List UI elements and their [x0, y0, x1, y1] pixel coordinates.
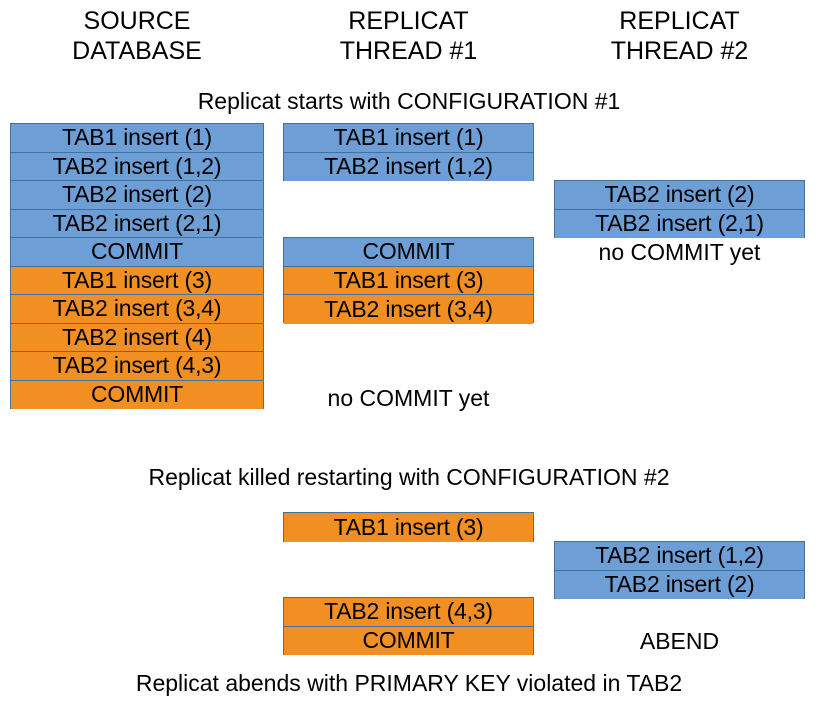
operation-row: TAB1 insert (3) — [284, 513, 533, 542]
operation-row: TAB2 insert (2,1) — [555, 209, 804, 238]
operation-row: TAB1 insert (3) — [11, 266, 263, 295]
operation-row: TAB2 insert (2,1) — [11, 209, 263, 238]
operation-row: COMMIT — [284, 626, 533, 655]
replicat-thread-1-operations-phase1-group-b: COMMIT TAB1 insert (3) TAB2 insert (3,4) — [283, 237, 534, 324]
diagram-canvas: SOURCE DATABASE REPLICAT THREAD #1 REPLI… — [0, 0, 818, 716]
operation-row: TAB2 insert (2) — [555, 570, 804, 599]
caption-configuration-1: Replicat starts with CONFIGURATION #1 — [197, 88, 621, 114]
operation-row: TAB2 insert (2) — [555, 181, 804, 210]
replicat-thread-2-operations-phase1-group-a: TAB2 insert (2) TAB2 insert (2,1) — [554, 180, 805, 238]
column-header-replicat-thread-1: REPLICAT THREAD #1 — [339, 7, 478, 65]
replicat-thread-2-no-commit-note-phase1: no COMMIT yet — [598, 239, 761, 265]
caption-configuration-2: Replicat killed restarting with CONFIGUR… — [148, 464, 670, 490]
operation-row: TAB1 insert (3) — [284, 266, 533, 295]
operation-row: COMMIT — [11, 380, 263, 409]
replicat-thread-1-no-commit-note-phase1: no COMMIT yet — [327, 385, 490, 411]
operation-row: TAB2 insert (1,2) — [284, 152, 533, 181]
operation-row: TAB2 insert (4) — [11, 323, 263, 352]
operation-row: TAB2 insert (3,4) — [11, 295, 263, 324]
replicat-thread-1-operations-phase1-group-a: TAB1 insert (1) TAB2 insert (1,2) — [283, 123, 534, 181]
source-database-operations-phase1: TAB1 insert (1) TAB2 insert (1,2) TAB2 i… — [10, 123, 264, 409]
column-header-replicat-thread-2: REPLICAT THREAD #2 — [610, 7, 749, 65]
caption-abend-primary-key: Replicat abends with PRIMARY KEY violate… — [135, 670, 683, 696]
replicat-thread-1-operations-phase2-group-a: TAB1 insert (3) — [283, 512, 534, 542]
replicat-thread-1-operations-phase2-group-b: TAB2 insert (4,3) COMMIT — [283, 597, 534, 655]
operation-row: TAB2 insert (2) — [11, 181, 263, 210]
operation-row: TAB2 insert (3,4) — [284, 295, 533, 324]
operation-row: TAB1 insert (1) — [11, 124, 263, 153]
operation-row: TAB2 insert (1,2) — [11, 152, 263, 181]
operation-row: COMMIT — [284, 238, 533, 267]
operation-row: COMMIT — [11, 238, 263, 267]
operation-row: TAB2 insert (1,2) — [555, 542, 804, 571]
operation-row: TAB1 insert (1) — [284, 124, 533, 153]
replicat-thread-2-operations-phase2-group-a: TAB2 insert (1,2) TAB2 insert (2) — [554, 541, 805, 599]
operation-row: TAB2 insert (4,3) — [11, 352, 263, 381]
column-header-source-database: SOURCE DATABASE — [72, 7, 202, 65]
replicat-thread-2-abend-note: ABEND — [639, 628, 720, 654]
operation-row: TAB2 insert (4,3) — [284, 598, 533, 627]
